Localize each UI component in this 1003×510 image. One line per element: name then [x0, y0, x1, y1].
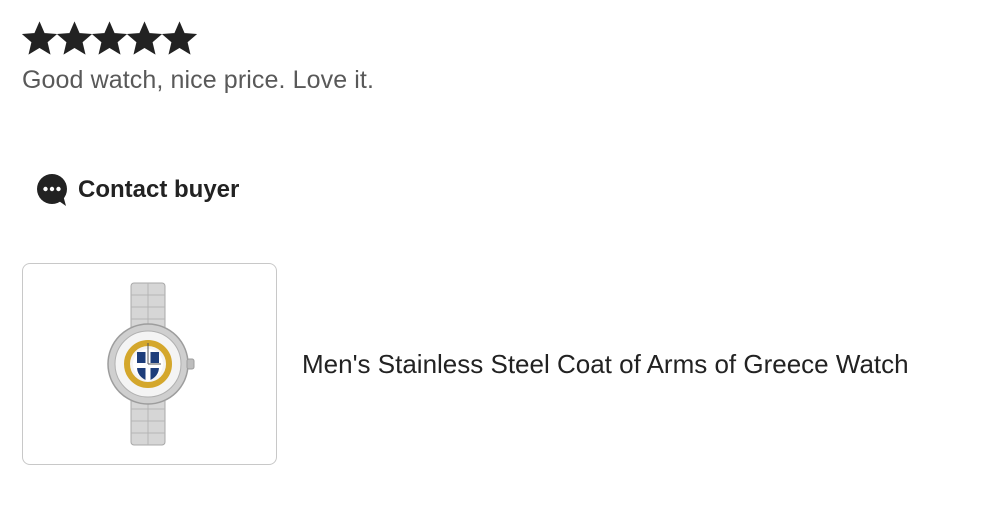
chat-bubble-icon: [37, 174, 67, 206]
contact-buyer-label: Contact buyer: [78, 176, 240, 203]
contact-buyer-button[interactable]: Contact buyer: [36, 173, 239, 207]
star-icon: [92, 20, 127, 56]
star-icon: [162, 20, 197, 56]
star-rating: [22, 18, 374, 58]
item-title-link[interactable]: Men's Stainless Steel Coat of Arms of Gr…: [302, 349, 909, 380]
review: Good watch, nice price. Love it.: [22, 18, 374, 95]
star-icon: [22, 20, 57, 56]
star-icon: [127, 20, 162, 56]
watch-product-image: [106, 282, 194, 446]
star-icon: [57, 20, 92, 56]
item-thumbnail[interactable]: [22, 263, 277, 465]
review-text: Good watch, nice price. Love it.: [22, 66, 374, 94]
purchased-item: Men's Stainless Steel Coat of Arms of Gr…: [22, 263, 909, 465]
